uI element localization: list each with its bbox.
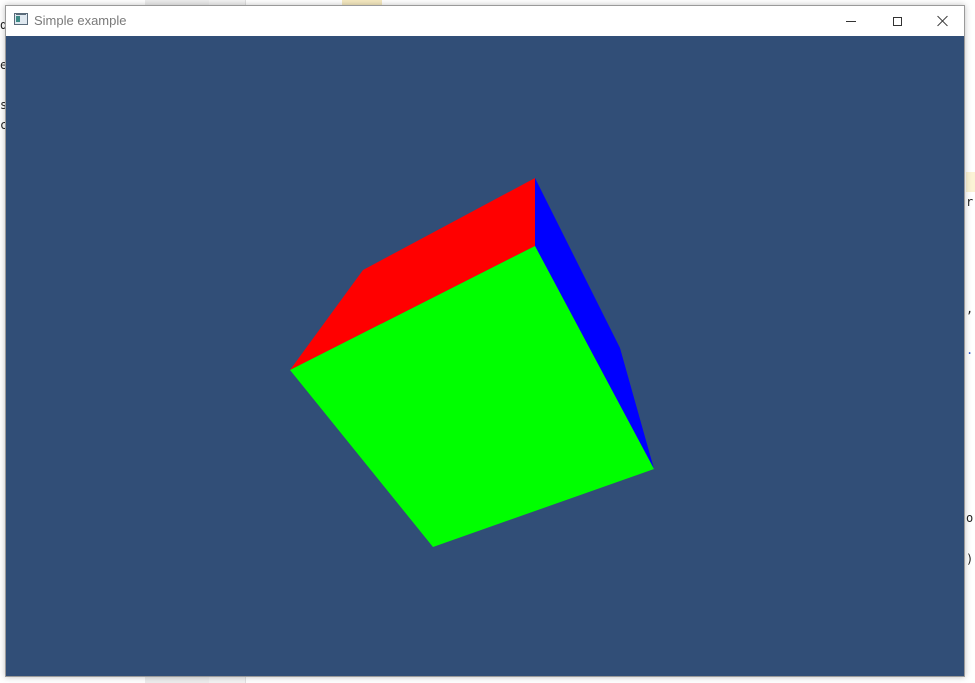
title-bar[interactable]: Simple example: [6, 6, 964, 36]
app-window-icon[interactable]: [14, 13, 28, 25]
background-text-fragment: ,: [966, 302, 974, 316]
close-icon: [937, 15, 949, 27]
window-title: Simple example: [34, 13, 127, 28]
close-button[interactable]: [920, 6, 966, 36]
background-highlight-right: [966, 172, 975, 192]
scene-canvas: [6, 36, 964, 676]
background-text-fragment: .: [966, 343, 974, 357]
background-text-fragment: ): [966, 552, 974, 566]
minimize-button[interactable]: [828, 6, 874, 36]
minimize-icon: [846, 20, 856, 22]
background-text-fragment: r: [966, 195, 974, 209]
background-text-fragment: o: [966, 511, 974, 525]
maximize-button[interactable]: [874, 6, 920, 36]
app-window: Simple example: [5, 5, 965, 677]
maximize-icon: [892, 16, 902, 26]
render-viewport[interactable]: [6, 36, 964, 676]
